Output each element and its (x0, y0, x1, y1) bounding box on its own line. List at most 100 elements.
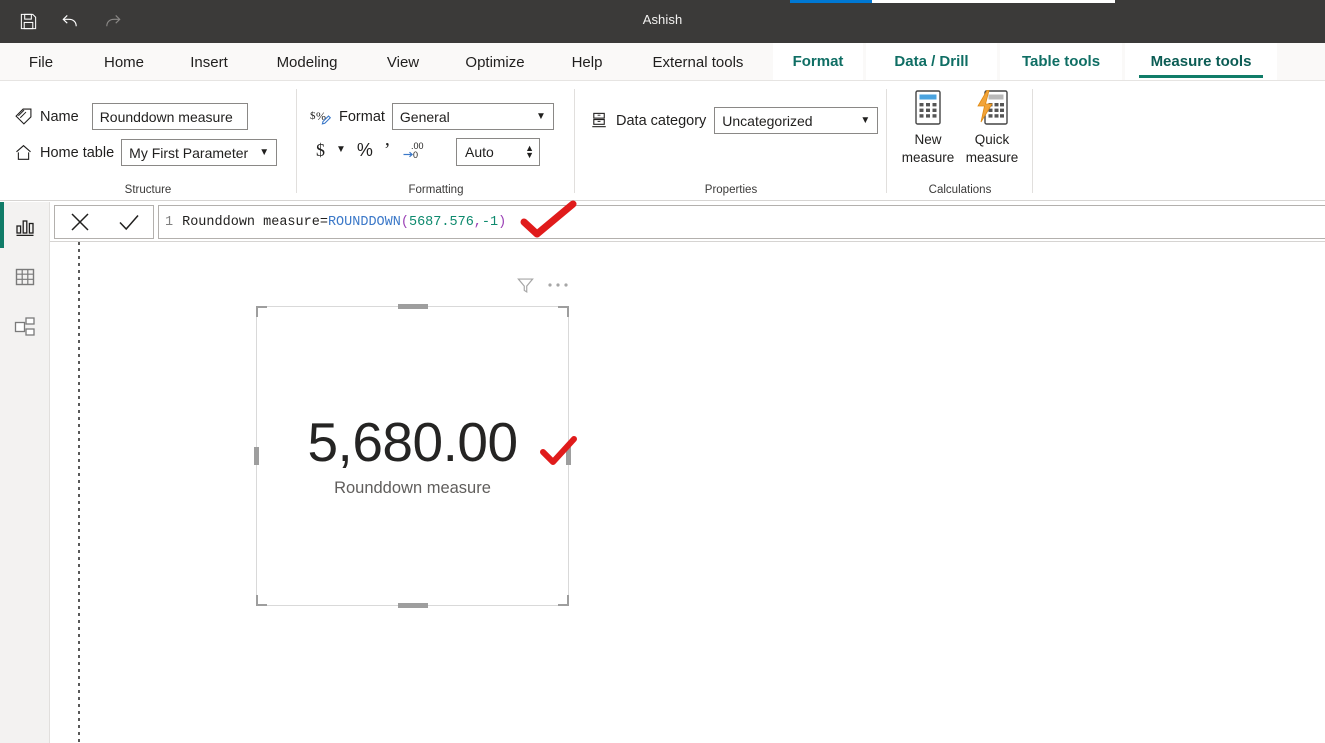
format-row: $ % Format General ▼ (310, 103, 554, 130)
resize-handle-bottom[interactable] (398, 603, 428, 608)
measure-name-value: Rounddown measure (100, 109, 233, 125)
sidebar-item-report-view[interactable] (0, 202, 50, 252)
tab-format[interactable]: Format (773, 43, 863, 80)
home-table-value: My First Parameter (129, 145, 248, 161)
home-icon (14, 143, 33, 162)
chevron-down-icon: ▼ (259, 148, 269, 158)
resize-handle-right[interactable] (566, 447, 571, 465)
visual-header-icons (499, 272, 569, 298)
resize-handle-bottom-right[interactable] (558, 595, 569, 606)
ribbon-group-label-structure: Structure (0, 184, 296, 196)
svg-text:0: 0 (413, 150, 418, 160)
formula-line-number: 1 (165, 215, 173, 230)
resize-handle-top-right[interactable] (558, 306, 569, 317)
ribbon-group-label-properties: Properties (576, 184, 886, 196)
commit-check-icon[interactable] (116, 209, 142, 235)
ribbon-tab-strip: File Home Insert Modeling View Optimize Help Ex… (0, 43, 1325, 81)
tab-data-drill[interactable]: Data / Drill (866, 43, 997, 80)
formula-arg-2: -1 (482, 215, 498, 230)
data-category-row: Data category Uncategorized ▼ (590, 107, 878, 134)
ribbon-group-label-calculations: Calculations (888, 184, 1032, 196)
tab-view[interactable]: View (372, 43, 434, 81)
resize-handle-top-left[interactable] (256, 306, 267, 317)
group-separator-3 (886, 89, 887, 193)
report-canvas: 5,680.00 Rounddown measure (50, 242, 1325, 743)
ribbon-group-structure: Name Rounddown measure Home table My Fir… (0, 81, 296, 201)
quick-measure-button[interactable]: Quick measure (960, 89, 1024, 167)
dax-formula-input[interactable]: 1 Rounddown measure = ROUNDDOWN ( 5687.5… (158, 205, 1325, 239)
currency-dollar-icon[interactable]: $ (316, 141, 325, 159)
sidebar-item-data-view[interactable] (0, 252, 50, 302)
format-dropdown[interactable]: General ▼ (392, 103, 554, 130)
group-separator-1 (296, 89, 297, 193)
group-separator-4 (1032, 89, 1033, 193)
decimal-places-stepper[interactable]: Auto ▲▼ (456, 138, 540, 166)
formula-measure-name: Rounddown measure (182, 215, 320, 230)
decimal-places-icon[interactable]: .00 0 (402, 140, 424, 160)
resize-handle-bottom-left[interactable] (256, 595, 267, 606)
formula-close-paren: ) (498, 215, 506, 230)
thousands-separator-icon[interactable]: ’ (384, 140, 391, 160)
tab-external-tools[interactable]: External tools (630, 43, 766, 81)
new-measure-label-line2: measure (902, 149, 955, 167)
formula-equals: = (320, 215, 328, 230)
stepper-arrows-icon: ▲▼ (525, 145, 534, 159)
title-bar: Ashish (0, 0, 1325, 43)
tab-home[interactable]: Home (88, 43, 160, 81)
data-category-value: Uncategorized (722, 113, 812, 129)
document-title: Ashish (0, 12, 1325, 27)
tab-insert[interactable]: Insert (176, 43, 242, 81)
ribbon-group-formatting: $ % Format General ▼ $ ▼ % ’ .00 0 (298, 81, 574, 201)
canvas-dotted-divider (78, 242, 80, 743)
more-options-icon[interactable] (547, 281, 569, 289)
decimal-places-value: Auto (465, 144, 494, 160)
tab-modeling[interactable]: Modeling (257, 43, 357, 81)
sidebar-item-model-view[interactable] (0, 302, 50, 352)
data-category-dropdown[interactable]: Uncategorized ▼ (714, 107, 878, 134)
ribbon-group-label-formatting: Formatting (298, 184, 574, 196)
measure-name-input[interactable]: Rounddown measure (92, 103, 248, 130)
home-table-row: Home table My First Parameter ▼ (14, 139, 277, 166)
table-grid-icon (13, 265, 37, 289)
model-relationships-icon (13, 315, 37, 339)
home-table-label: Home table (40, 145, 114, 161)
tag-icon (14, 107, 33, 126)
tab-optimize[interactable]: Optimize (446, 43, 544, 81)
formula-bar-buttons (54, 205, 154, 239)
new-measure-button[interactable]: New measure (896, 89, 960, 167)
data-category-icon (590, 111, 609, 130)
filter-icon[interactable] (516, 276, 535, 295)
formula-open-paren: ( (401, 215, 409, 230)
quick-calculator-icon (974, 89, 1010, 127)
chevron-down-icon[interactable]: ▼ (336, 145, 346, 155)
tab-file[interactable]: File (14, 43, 68, 81)
chevron-down-icon: ▼ (536, 112, 546, 122)
progress-track (790, 0, 1115, 3)
ribbon-group-properties: Data category Uncategorized ▼ Properties (576, 81, 886, 201)
format-quick-buttons: $ ▼ % ’ .00 0 (316, 140, 424, 160)
home-table-dropdown[interactable]: My First Parameter ▼ (121, 139, 277, 166)
formula-bar: 1 Rounddown measure = ROUNDDOWN ( 5687.5… (50, 202, 1325, 242)
tab-table-tools[interactable]: Table tools (1000, 43, 1122, 80)
measure-name-row: Name Rounddown measure (14, 103, 248, 130)
tab-measure-tools[interactable]: Measure tools (1125, 43, 1277, 80)
ribbon-group-calculations: New measure Quick measure Calculations (888, 81, 1032, 201)
quick-measure-label-line1: Quick (966, 131, 1019, 149)
progress-fill (790, 0, 872, 3)
formula-arg-1: 5687.576 (409, 215, 474, 230)
data-category-label: Data category (616, 113, 706, 129)
card-visual[interactable]: 5,680.00 Rounddown measure (256, 306, 569, 606)
calculator-icon (910, 89, 946, 127)
new-measure-label-line1: New (902, 131, 955, 149)
tab-help[interactable]: Help (558, 43, 616, 81)
card-value: 5,680.00 (307, 414, 517, 472)
resize-handle-top[interactable] (398, 304, 428, 309)
card-label: Rounddown measure (334, 479, 491, 498)
formula-function-name: ROUNDDOWN (328, 215, 401, 230)
svg-text:%: % (316, 109, 326, 123)
percent-icon[interactable]: % (357, 141, 373, 159)
format-percent-icon: $ % (310, 107, 332, 127)
cancel-x-icon[interactable] (67, 209, 93, 235)
bar-chart-icon (13, 215, 37, 239)
resize-handle-left[interactable] (254, 447, 259, 465)
